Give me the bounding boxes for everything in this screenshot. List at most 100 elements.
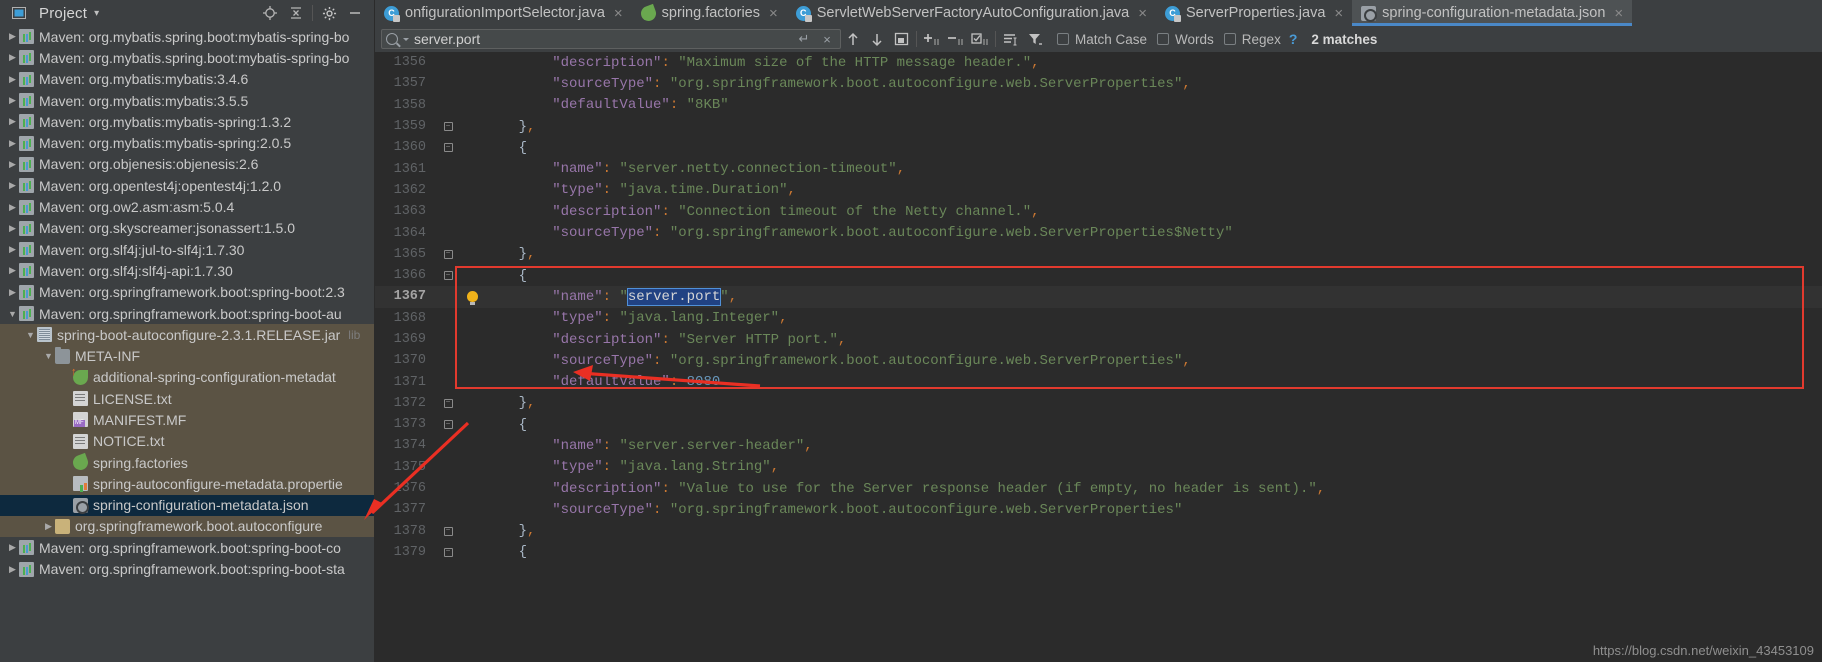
code-line[interactable]: 1365 − }, — [375, 244, 1822, 265]
fold-end-icon[interactable]: − — [435, 122, 461, 132]
tree-item[interactable]: spring.factories — [0, 451, 374, 474]
code-line[interactable]: 1360 − { — [375, 137, 1822, 158]
tree-item[interactable]: ▶ Maven: org.mybatis:mybatis:3.5.5 — [0, 90, 374, 111]
code-line[interactable]: 1370 "sourceType": "org.springframework.… — [375, 350, 1822, 371]
tree-item[interactable]: ▶ Maven: org.slf4j:slf4j-api:1.7.30 — [0, 260, 374, 281]
tree-expand-arrow-closed-icon[interactable]: ▶ — [6, 222, 19, 235]
settings-gear-icon[interactable] — [316, 2, 342, 24]
code-editor[interactable]: 1356 "description": "Maximum size of the… — [375, 52, 1822, 662]
search-history-caret-icon[interactable] — [403, 37, 409, 41]
tree-item[interactable]: additional-spring-configuration-metadat — [0, 366, 374, 389]
tree-item[interactable]: ▶ org.springframework.boot.autoconfigure — [0, 515, 374, 538]
tree-item[interactable]: MANIFEST.MF — [0, 409, 374, 431]
editor-tab-close-icon[interactable]: × — [1334, 6, 1343, 21]
fold-start-icon[interactable]: − — [435, 420, 461, 430]
in-selection-button[interactable] — [999, 28, 1023, 50]
tree-expand-arrow-closed-icon[interactable]: ▶ — [6, 264, 19, 277]
regex-checkbox[interactable]: Regex — [1223, 32, 1281, 47]
code-line[interactable]: 1359 − }, — [375, 116, 1822, 137]
hide-panel-icon[interactable] — [342, 2, 368, 24]
editor-tab-4[interactable]: C ServerProperties.java × — [1155, 0, 1353, 26]
tree-expand-arrow-closed-icon[interactable]: ▶ — [6, 201, 19, 214]
code-line[interactable]: 1362 "type": "java.time.Duration", — [375, 180, 1822, 201]
remove-occurrence-button[interactable] — [944, 28, 968, 50]
code-line[interactable]: 1376 "description": "Value to use for th… — [375, 478, 1822, 499]
tree-item[interactable]: ▶ Maven: org.mybatis:mybatis-spring:1.3.2 — [0, 111, 374, 132]
find-previous-button[interactable] — [841, 28, 865, 50]
editor-tab-1[interactable]: ConfigurationImportSelector.java × — [375, 0, 632, 26]
tree-expand-arrow-closed-icon[interactable]: ▶ — [6, 73, 19, 86]
project-tree[interactable]: ▶ Maven: org.mybatis.spring.boot:mybatis-… — [0, 26, 375, 662]
tree-item[interactable]: ▶ Maven: org.mybatis:mybatis:3.4.6 — [0, 69, 374, 90]
find-next-button[interactable] — [865, 28, 889, 50]
fold-marker[interactable]: − — [443, 420, 453, 430]
editor-tab-close-icon[interactable]: × — [1138, 6, 1147, 21]
code-line[interactable]: 1378 − }, — [375, 521, 1822, 542]
tree-expand-arrow-closed-icon[interactable]: ▶ — [6, 137, 19, 150]
tree-expand-arrow-closed-icon[interactable]: ▶ — [6, 115, 19, 128]
tree-expand-arrow-open-icon[interactable]: ▼ — [24, 328, 37, 341]
editor-tab-close-icon[interactable]: × — [1614, 6, 1623, 21]
code-line[interactable]: 1361 "name": "server.netty.connection-ti… — [375, 158, 1822, 179]
editor-tab-close-icon[interactable]: × — [769, 6, 778, 21]
tree-item[interactable]: ▶ Maven: org.mybatis.spring.boot:mybatis-… — [0, 26, 374, 47]
editor-tab-5[interactable]: spring-configuration-metadata.json × — [1352, 0, 1633, 26]
regex-help-link[interactable]: ? — [1289, 31, 1298, 47]
tree-item[interactable]: ▶ Maven: org.mybatis:mybatis-spring:2.0.5 — [0, 132, 374, 153]
code-line[interactable]: 1379 − { — [375, 542, 1822, 563]
search-input[interactable]: server.port ↵ × — [381, 29, 841, 49]
code-line[interactable]: 1356 "description": "Maximum size of the… — [375, 52, 1822, 73]
words-checkbox[interactable]: Words — [1157, 32, 1214, 47]
code-line[interactable]: 1373 − { — [375, 414, 1822, 435]
open-in-find-window-button[interactable] — [889, 28, 913, 50]
editor-tab-3[interactable]: C ServletWebServerFactoryAutoConfiguratio… — [786, 0, 1156, 26]
match-case-box[interactable] — [1057, 33, 1069, 45]
tree-item[interactable]: ▼ Maven: org.springframework.boot:spring-… — [0, 303, 374, 324]
intention-bulb-icon[interactable] — [461, 291, 483, 306]
tree-item[interactable]: ▼ spring-boot-autoconfigure-2.3.1.RELEASE… — [0, 324, 374, 346]
fold-start-icon[interactable]: − — [435, 271, 461, 281]
code-line[interactable]: 1371 "defaultValue": 8080 — [375, 371, 1822, 392]
tree-item[interactable]: ▶ Maven: org.springframework.boot:spring-… — [0, 558, 374, 579]
code-line[interactable]: 1358 "defaultValue": "8KB" — [375, 95, 1822, 116]
tree-item[interactable]: spring-configuration-metadata.json — [0, 494, 374, 516]
code-line[interactable]: 1374 "name": "server.server-header", — [375, 435, 1822, 456]
code-line[interactable]: 1377 "sourceType": "org.springframework.… — [375, 499, 1822, 520]
fold-marker[interactable]: − — [443, 547, 453, 557]
tree-expand-arrow-closed-icon[interactable]: ▶ — [6, 51, 19, 64]
tree-item[interactable]: ▼ META-INF — [0, 345, 374, 367]
code-line[interactable]: 1363 "description": "Connection timeout … — [375, 201, 1822, 222]
code-line[interactable]: 1367 "name": "server.port", — [375, 286, 1822, 308]
add-occurrence-button[interactable] — [920, 28, 944, 50]
fold-marker[interactable]: − — [443, 249, 453, 259]
tree-expand-arrow-closed-icon[interactable]: ▶ — [6, 179, 19, 192]
fold-marker[interactable]: − — [443, 526, 453, 536]
editor-tab-close-icon[interactable]: × — [614, 6, 623, 21]
tree-item[interactable]: NOTICE.txt — [0, 430, 374, 452]
search-clear-icon[interactable]: × — [818, 32, 836, 47]
words-box[interactable] — [1157, 33, 1170, 45]
tree-item[interactable]: ▶ Maven: org.mybatis.spring.boot:mybatis-… — [0, 47, 374, 68]
tree-expand-arrow-closed-icon[interactable]: ▶ — [42, 520, 55, 533]
tree-item[interactable]: ▶ Maven: org.slf4j:jul-to-slf4j:1.7.30 — [0, 239, 374, 260]
tree-item[interactable]: ▶ Maven: org.springframework.boot:spring-… — [0, 282, 374, 303]
fold-marker[interactable]: − — [443, 271, 453, 281]
code-line[interactable]: 1368 "type": "java.lang.Integer", — [375, 308, 1822, 329]
tree-expand-arrow-closed-icon[interactable]: ▶ — [6, 243, 19, 256]
fold-marker[interactable]: − — [443, 122, 453, 132]
tree-expand-arrow-closed-icon[interactable]: ▶ — [6, 94, 19, 107]
tree-item[interactable]: ▶ Maven: org.springframework.boot:spring-… — [0, 537, 374, 558]
tree-expand-arrow-closed-icon[interactable]: ▶ — [6, 286, 19, 299]
fold-end-icon[interactable]: − — [435, 398, 461, 408]
match-case-checkbox[interactable]: Match Case — [1057, 32, 1147, 47]
fold-marker[interactable]: − — [443, 143, 453, 153]
regex-box[interactable] — [1223, 33, 1236, 45]
code-line[interactable]: 1375 "type": "java.lang.String", — [375, 457, 1822, 478]
tree-expand-arrow-open-icon[interactable]: ▼ — [6, 307, 19, 320]
tree-item[interactable]: spring-autoconfigure-metadata.propertie — [0, 473, 374, 495]
filter-button[interactable] — [1023, 28, 1047, 50]
code-line[interactable]: 1364 "sourceType": "org.springframework.… — [375, 222, 1822, 243]
fold-start-icon[interactable]: − — [435, 143, 461, 153]
fold-end-icon[interactable]: − — [435, 249, 461, 259]
fold-start-icon[interactable]: − — [435, 547, 461, 557]
